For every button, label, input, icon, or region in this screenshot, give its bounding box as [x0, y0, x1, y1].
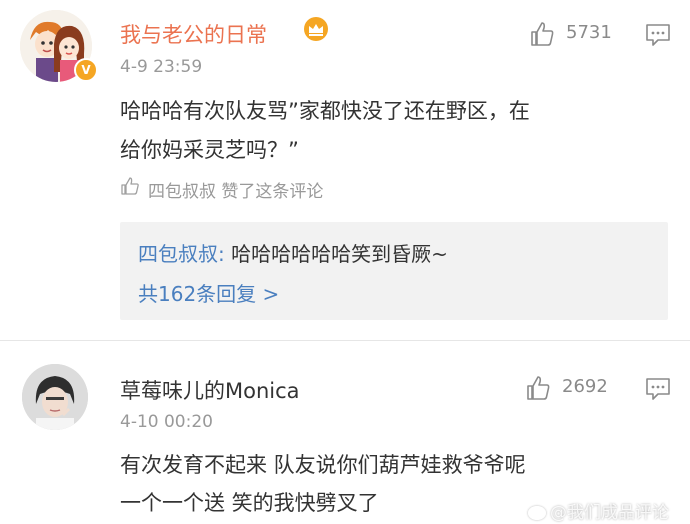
crown-icon	[309, 24, 323, 36]
comment-divider	[0, 340, 690, 341]
comment-text-line-1: 有次发育不起来 队友说你们葫芦娃救爷爷呢	[120, 453, 526, 477]
verified-v-badge: V	[74, 58, 98, 82]
username[interactable]: 草莓味儿的Monica	[120, 375, 300, 405]
reply-separator: :	[218, 242, 232, 266]
comment-time: 4-10 00:20	[120, 412, 213, 432]
comment-time: 4-9 23:59	[120, 57, 203, 77]
like-button[interactable]: 2692	[522, 372, 622, 404]
reply-text: 哈哈哈哈哈哈笑到昏厥~	[231, 242, 448, 266]
like-button[interactable]: 5731	[526, 18, 616, 50]
comment-text-line-1: 哈哈哈有次队友骂”家都快没了还在野区，在	[120, 99, 530, 123]
reply-comment-icon[interactable]	[644, 22, 672, 48]
thumbs-up-icon	[531, 22, 554, 46]
small-thumbs-up-icon	[121, 177, 139, 195]
crown-badge	[304, 17, 328, 41]
more-replies-link[interactable]: 共162条回复 >	[138, 278, 279, 307]
comment-text-line-2: 给你妈采灵芝吗？”	[120, 138, 299, 162]
reply-author[interactable]: 四包叔叔	[138, 242, 218, 266]
comment-text-line-2: 一个一个送 笑的我快劈叉了	[120, 491, 379, 515]
username[interactable]: 我与老公的日常	[120, 19, 267, 49]
weibo-watermark: @我们成品评论	[528, 498, 669, 523]
reply-comment-icon[interactable]	[644, 376, 672, 402]
watermark-text: @我们成品评论	[550, 503, 669, 523]
user-photo-avatar	[22, 364, 88, 430]
reply-preview: 四包叔叔: 哈哈哈哈哈哈笑到昏厥~	[138, 238, 448, 267]
liked-by-text: 四包叔叔 赞了这条评论	[148, 182, 324, 202]
like-count: 5731	[566, 22, 612, 43]
avatar[interactable]	[22, 364, 88, 430]
weibo-logo-icon	[528, 506, 546, 520]
thumbs-up-icon	[527, 376, 550, 400]
like-count: 2692	[562, 376, 608, 397]
